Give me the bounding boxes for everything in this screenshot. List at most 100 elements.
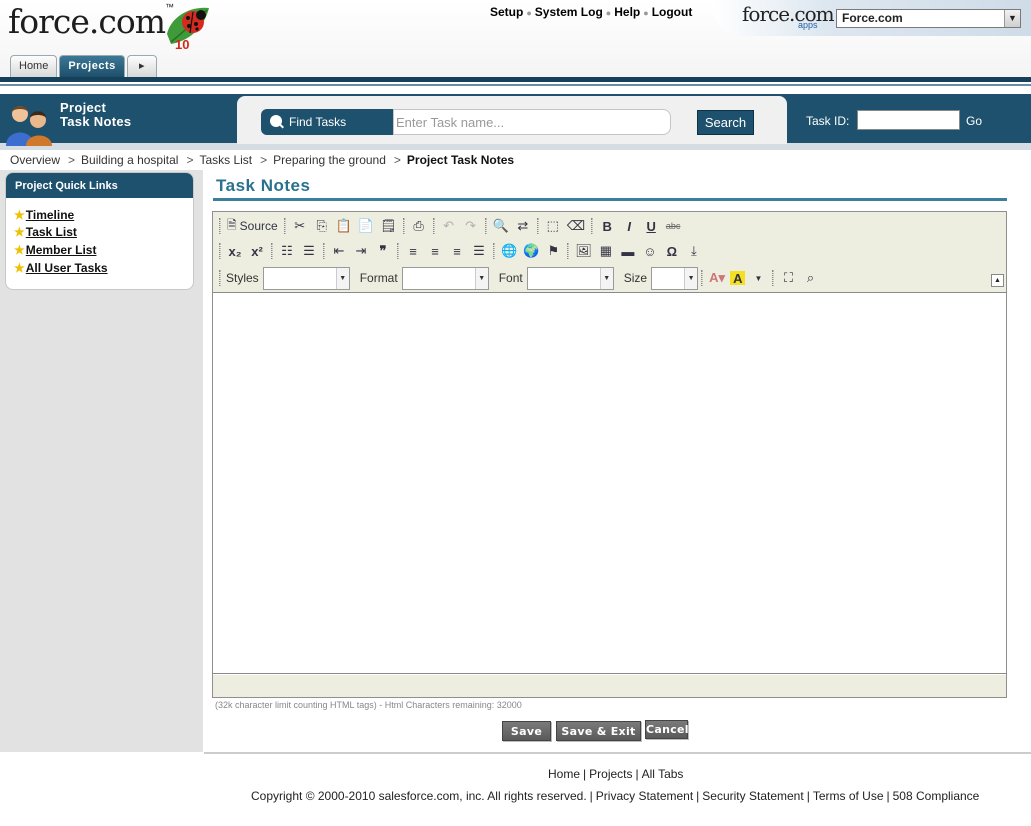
source-button[interactable]: 🗎 Source (224, 216, 281, 236)
unlink-icon[interactable]: 🌍 (520, 241, 542, 261)
paste-word-icon[interactable]: 🗒 (377, 216, 400, 236)
show-blocks-icon[interactable]: ⌕ (799, 268, 821, 288)
quick-links-panel: Project Quick Links ★Timeline ★Task List… (5, 172, 194, 290)
setup-link[interactable]: Setup (490, 5, 523, 19)
force-logo[interactable]: force.com™ (8, 2, 174, 41)
rich-text-editor: 🗎 Source ✂ ⎘ 📋 📄 🗒 ⎙ ↶ ↷ 🔍 ⇄ ⬚ ⌫ B I U ab… (212, 211, 1007, 698)
footer-separator: | (589, 789, 593, 803)
breadcrumb-separator: > (260, 153, 268, 167)
breadcrumb-tasks-list[interactable]: Tasks List (199, 153, 252, 167)
privacy-link[interactable]: Privacy Statement (596, 789, 693, 803)
bg-color-icon[interactable]: A (730, 271, 746, 286)
logout-link[interactable]: Logout (652, 5, 693, 19)
strikethrough-icon[interactable]: abc (662, 216, 684, 236)
indent-icon[interactable]: ⇥ (350, 241, 372, 261)
toolbar-grip (432, 218, 435, 234)
ladybug-icon: 10 (167, 7, 209, 50)
find-icon[interactable]: 🔍 (490, 216, 512, 236)
italic-icon[interactable]: I (618, 216, 640, 236)
blockquote-icon[interactable]: ❞ (372, 241, 394, 261)
system-log-link[interactable]: System Log (535, 5, 603, 19)
outdent-icon[interactable]: ⇤ (328, 241, 350, 261)
special-char-icon[interactable]: Ω (661, 241, 683, 261)
breadcrumb-separator: > (186, 153, 194, 167)
quick-link-all-user-tasks[interactable]: ★All User Tasks (14, 261, 108, 275)
redo-icon[interactable]: ↷ (460, 216, 482, 236)
remove-format-icon[interactable]: ⌫ (564, 216, 588, 236)
anchor-icon[interactable]: ⚑ (542, 241, 564, 261)
link-icon[interactable]: 🌐 (498, 241, 520, 261)
select-all-icon[interactable]: ⬚ (542, 216, 564, 236)
help-link[interactable]: Help (614, 5, 640, 19)
collapse-toolbar-icon[interactable]: ▲ (991, 274, 1004, 287)
terms-link[interactable]: Terms of Use (813, 789, 884, 803)
tab-home[interactable]: Home (10, 55, 58, 77)
cut-icon[interactable]: ✂ (289, 216, 311, 236)
compliance-link[interactable]: 508 Compliance (893, 789, 980, 803)
footer-all-tabs-link[interactable]: All Tabs (642, 767, 684, 781)
numbered-list-icon[interactable]: ☷ (276, 241, 298, 261)
size-select[interactable]: ▼ (651, 266, 699, 290)
superscript-icon[interactable]: x² (246, 241, 268, 261)
security-link[interactable]: Security Statement (702, 789, 803, 803)
horizontal-rule-icon[interactable]: ▬ (617, 241, 639, 261)
title-underline (213, 198, 1007, 201)
format-select[interactable]: ▼ (401, 266, 489, 290)
maximize-icon[interactable]: ⛶ (777, 268, 799, 288)
editor-content-area[interactable] (213, 293, 1006, 674)
apps-sublabel: apps (798, 20, 818, 30)
breadcrumb: Overview > Building a hospital > Tasks List >… (10, 153, 514, 167)
editor-resize-bar[interactable] (213, 675, 1006, 697)
quick-link-timeline[interactable]: ★Timeline (14, 208, 74, 222)
bold-icon[interactable]: B (596, 216, 618, 236)
footer-separator: | (696, 789, 700, 803)
print-icon[interactable]: ⎙ (408, 216, 430, 236)
format-label: Format (359, 271, 398, 285)
task-id-input[interactable] (857, 110, 960, 130)
footer-home-link[interactable]: Home (548, 767, 580, 781)
save-button[interactable]: Save (502, 721, 551, 741)
breadcrumb-overview[interactable]: Overview (10, 153, 60, 167)
save-and-exit-button[interactable]: Save & Exit (556, 721, 641, 741)
smiley-icon[interactable]: ☺ (639, 241, 661, 261)
quick-link-member-list[interactable]: ★Member List (14, 243, 96, 257)
search-icon (270, 115, 282, 127)
cancel-button[interactable]: Cancel (645, 720, 689, 739)
tab-projects[interactable]: Projects (59, 55, 125, 77)
align-center-icon[interactable]: ≡ (424, 241, 446, 261)
toolbar-row-3: Styles ▼ Format ▼ Font ▼ Size ▼ A▾ A ▼ ⛶… (216, 266, 821, 290)
styles-select[interactable]: ▼ (262, 266, 350, 290)
paste-icon[interactable]: 📋 (333, 216, 355, 236)
toolbar-grip (701, 270, 704, 286)
toolbar-grip (591, 218, 594, 234)
app-select[interactable]: Force.com ▼ (836, 9, 1021, 28)
more-tabs-arrow-icon[interactable]: ▸ (126, 55, 157, 77)
breadcrumb-separator: > (393, 153, 401, 167)
align-right-icon[interactable]: ≡ (446, 241, 468, 261)
header: force.com™ 10 Home Projects ▸ Setup ● Syst… (0, 0, 1031, 78)
page-break-icon[interactable]: ⤓ (683, 241, 705, 261)
task-search-input[interactable] (393, 109, 671, 135)
breadcrumb-task[interactable]: Preparing the ground (273, 153, 386, 167)
align-left-icon[interactable]: ≡ (402, 241, 424, 261)
bullet-list-icon[interactable]: ☰ (298, 241, 320, 261)
toolbar-grip (567, 243, 570, 259)
copy-icon[interactable]: ⎘ (311, 216, 333, 236)
go-link[interactable]: Go (966, 114, 982, 128)
toolbar-grip (493, 243, 495, 259)
quick-link-task-list[interactable]: ★Task List (14, 225, 77, 239)
undo-icon[interactable]: ↶ (438, 216, 460, 236)
replace-icon[interactable]: ⇄ (512, 216, 534, 236)
bg-color-arrow-icon[interactable]: ▼ (747, 268, 769, 288)
search-button[interactable]: Search (697, 110, 754, 135)
breadcrumb-project[interactable]: Building a hospital (81, 153, 178, 167)
underline-icon[interactable]: U (640, 216, 662, 236)
text-color-icon[interactable]: A▾ (706, 268, 728, 288)
subscript-icon[interactable]: x₂ (224, 241, 246, 261)
footer-projects-link[interactable]: Projects (589, 767, 632, 781)
font-select[interactable]: ▼ (526, 266, 614, 290)
image-icon[interactable]: 🖼 (572, 241, 595, 261)
justify-icon[interactable]: ☰ (468, 241, 490, 261)
table-icon[interactable]: ▦ (595, 241, 617, 261)
paste-text-icon[interactable]: 📄 (355, 216, 377, 236)
